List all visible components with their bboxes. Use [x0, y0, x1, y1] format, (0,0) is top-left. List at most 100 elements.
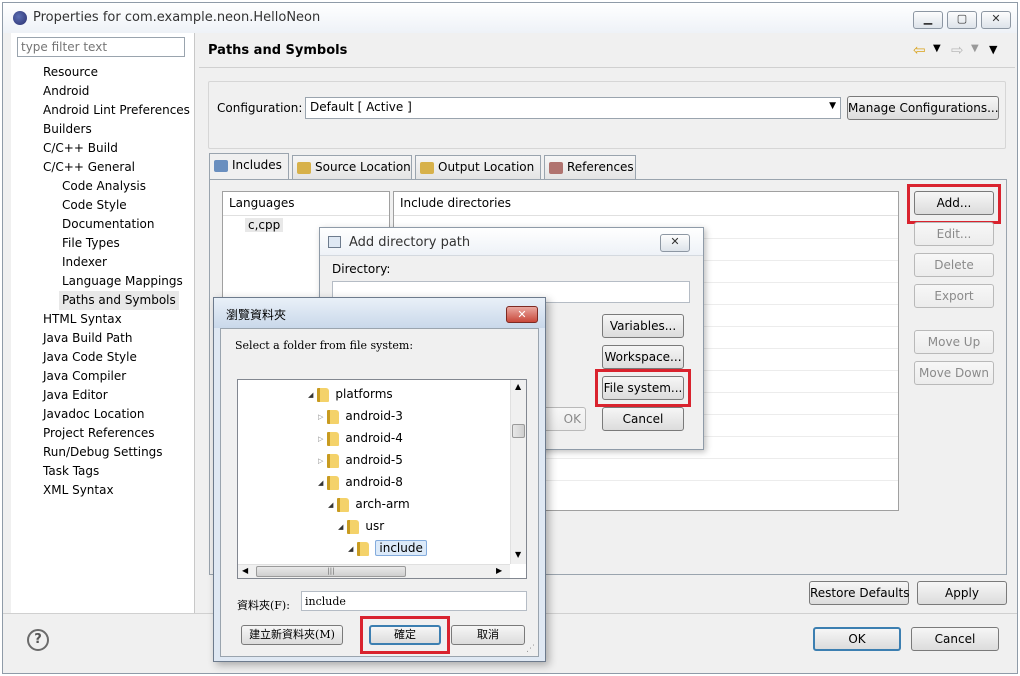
configuration-label: Configuration: — [217, 101, 303, 115]
sidebar-item[interactable]: Java Build Path — [43, 329, 132, 348]
tab-label: Source Location — [315, 160, 411, 174]
sidebar-item[interactable]: C/C++ General — [43, 158, 135, 177]
collapsed-arrow-icon[interactable]: ▷ — [318, 457, 323, 465]
folder-tree-item[interactable]: ◢ usr — [338, 516, 384, 536]
forward-arrow-icon[interactable]: ⇨ — [951, 41, 964, 59]
back-arrow-icon[interactable]: ⇦ — [913, 41, 926, 59]
sidebar-item[interactable]: HTML Syntax — [43, 310, 122, 329]
sidebar-item[interactable]: File Types — [62, 234, 120, 253]
close-icon[interactable]: ✕ — [660, 234, 690, 252]
folder-icon — [317, 387, 330, 402]
sidebar-item[interactable]: Builders — [43, 120, 92, 139]
folder-icon — [337, 497, 350, 512]
cancel-button[interactable]: Cancel — [911, 627, 999, 651]
add-directory-titlebar: Add directory path ✕ — [320, 228, 703, 256]
move-down-button[interactable]: Move Down — [914, 361, 994, 385]
sidebar-item[interactable]: Documentation — [62, 215, 155, 234]
sidebar-item[interactable]: Java Editor — [43, 386, 108, 405]
new-folder-button[interactable]: 建立新資料夾(M) — [241, 625, 343, 645]
sidebar-item[interactable]: Resource — [43, 63, 98, 82]
scroll-left-icon[interactable]: ◀ — [242, 566, 248, 575]
folder-tree-item[interactable]: ▷ android-4 — [318, 428, 403, 448]
sidebar-item[interactable]: Run/Debug Settings — [43, 443, 163, 462]
scroll-thumb[interactable] — [512, 424, 525, 438]
resize-grip-icon[interactable]: ⋰ — [526, 644, 535, 654]
apply-button[interactable]: Apply — [917, 581, 1007, 605]
vertical-scrollbar[interactable]: ▲ ▼ — [510, 380, 526, 564]
tab-includes[interactable]: Includes — [209, 153, 289, 179]
sidebar-item[interactable]: Paths and Symbols — [59, 291, 179, 310]
file-system-button[interactable]: File system... — [602, 376, 684, 400]
view-menu-icon[interactable]: ▼ — [989, 43, 997, 56]
maximize-button[interactable]: ▢ — [947, 11, 977, 29]
browse-title: 瀏覽資料夾 — [226, 308, 287, 322]
languages-header: Languages — [229, 196, 295, 210]
forward-dropdown-icon[interactable]: ▼ — [971, 43, 979, 54]
folder-tree[interactable]: ◢ platforms ▷ android-3 ▷ android-4 ▷ android-5… — [237, 379, 527, 579]
tab-output-location[interactable]: Output Location — [415, 155, 541, 179]
scroll-down-icon[interactable]: ▼ — [515, 550, 521, 559]
sidebar-item[interactable]: Javadoc Location — [43, 405, 144, 424]
edit-button[interactable]: Edit... — [914, 222, 994, 246]
folder-tree-label: usr — [365, 519, 385, 533]
workspace-button[interactable]: Workspace... — [602, 345, 684, 369]
scroll-right-icon[interactable]: ▶ — [496, 566, 502, 575]
sidebar-item[interactable]: Code Analysis — [62, 177, 146, 196]
tab-references[interactable]: References — [544, 155, 636, 179]
language-item[interactable]: c,cpp — [245, 218, 284, 232]
close-icon[interactable]: ✕ — [506, 306, 538, 323]
folder-icon — [420, 161, 434, 174]
folder-tree-item[interactable]: ◢ include — [348, 538, 427, 558]
variables-button[interactable]: Variables... — [602, 314, 684, 338]
minimize-button[interactable]: ▁ — [913, 11, 943, 29]
sidebar-item[interactable]: Language Mappings — [62, 272, 183, 291]
collapsed-arrow-icon[interactable]: ▷ — [318, 413, 323, 421]
confirm-button[interactable]: 確定 — [369, 625, 441, 645]
includes-icon — [214, 159, 228, 172]
folder-tree-item[interactable]: ◢ platforms — [308, 384, 393, 404]
back-dropdown-icon[interactable]: ▼ — [933, 43, 941, 54]
add-dir-cancel-button[interactable]: Cancel — [602, 407, 684, 431]
browse-folder-dialog: 瀏覽資料夾 ✕ Select a folder from file system… — [213, 297, 546, 662]
folder-tree-item[interactable]: ▷ android-3 — [318, 406, 403, 426]
sidebar-item[interactable]: Java Compiler — [43, 367, 126, 386]
browse-cancel-button[interactable]: 取消 — [451, 625, 525, 645]
manage-configurations-button[interactable]: Manage Configurations... — [847, 96, 999, 120]
sidebar-item[interactable]: Project References — [43, 424, 155, 443]
sidebar-item[interactable]: Task Tags — [43, 462, 99, 481]
filter-input[interactable] — [17, 37, 185, 57]
folder-tree-item[interactable]: ◢ android-8 — [318, 472, 403, 492]
sidebar-item[interactable]: Android Lint Preferences — [43, 101, 190, 120]
add-button[interactable]: Add... — [914, 191, 994, 215]
folder-input[interactable] — [301, 591, 527, 611]
sidebar-item[interactable]: XML Syntax — [43, 481, 114, 500]
export-button[interactable]: Export — [914, 284, 994, 308]
browse-titlebar: 瀏覽資料夾 ✕ — [214, 298, 545, 328]
delete-button[interactable]: Delete — [914, 253, 994, 277]
help-icon[interactable]: ? — [27, 629, 49, 651]
folder-tree-label: platforms — [335, 387, 393, 401]
scroll-thumb-horizontal[interactable]: ||| — [256, 566, 406, 577]
configuration-select[interactable]: Default [ Active ] ▼ — [305, 97, 841, 119]
expanded-arrow-icon[interactable]: ◢ — [338, 523, 343, 531]
scroll-up-icon[interactable]: ▲ — [515, 382, 521, 391]
horizontal-scrollbar[interactable]: ◀ ||| ▶ — [238, 564, 510, 578]
sidebar-item[interactable]: Java Code Style — [43, 348, 137, 367]
folder-tree-item[interactable]: ▷ android-5 — [318, 450, 403, 470]
ok-button[interactable]: OK — [813, 627, 901, 651]
restore-defaults-button[interactable]: Restore Defaults — [809, 581, 909, 605]
sidebar-item[interactable]: Indexer — [62, 253, 107, 272]
expanded-arrow-icon[interactable]: ◢ — [348, 545, 353, 553]
sidebar-item[interactable]: Android — [43, 82, 89, 101]
close-button[interactable]: ✕ — [981, 11, 1011, 29]
expanded-arrow-icon[interactable]: ◢ — [308, 391, 313, 399]
collapsed-arrow-icon[interactable]: ▷ — [318, 435, 323, 443]
tab-source-location[interactable]: Source Location — [292, 155, 412, 179]
sidebar-item[interactable]: C/C++ Build — [43, 139, 118, 158]
expanded-arrow-icon[interactable]: ◢ — [328, 501, 333, 509]
expanded-arrow-icon[interactable]: ◢ — [318, 479, 323, 487]
references-icon — [549, 161, 563, 174]
folder-tree-item[interactable]: ◢ arch-arm — [328, 494, 410, 514]
move-up-button[interactable]: Move Up — [914, 330, 994, 354]
sidebar-item[interactable]: Code Style — [62, 196, 127, 215]
